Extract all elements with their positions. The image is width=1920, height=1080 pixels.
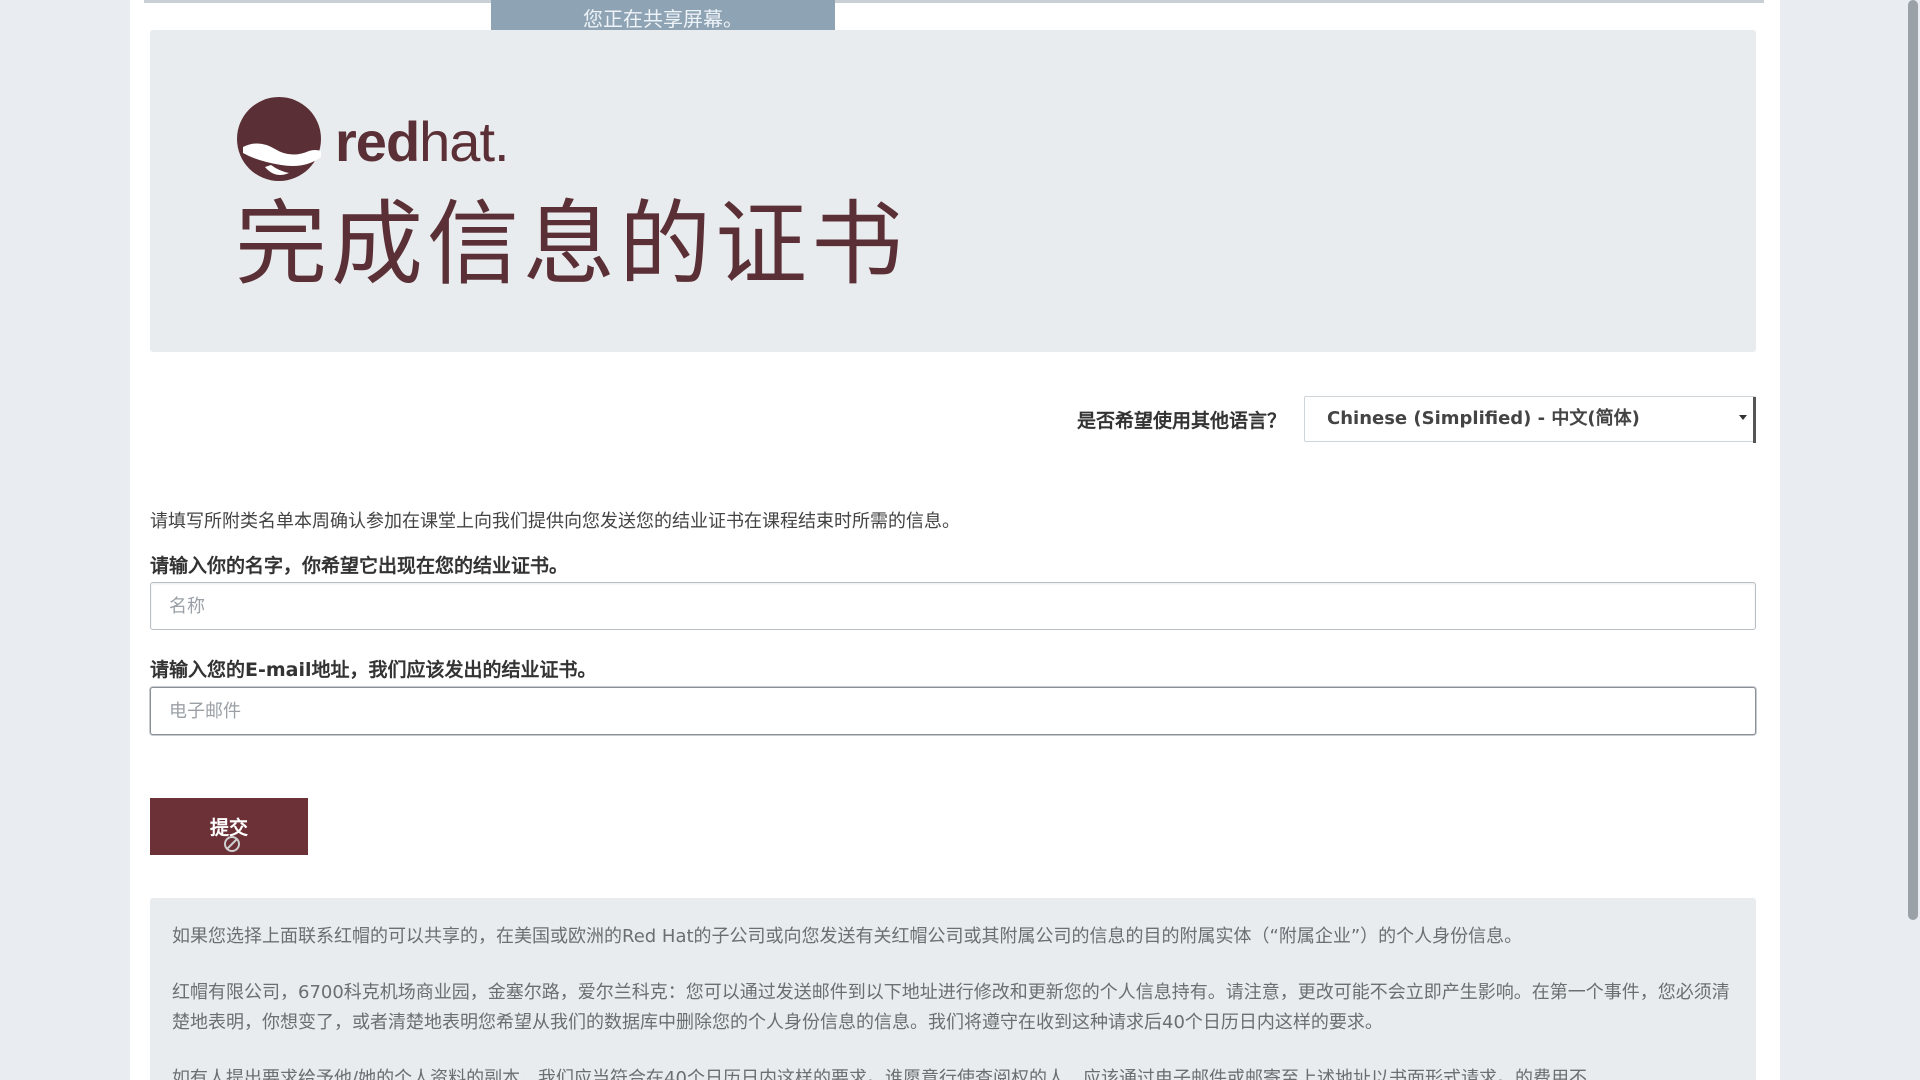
language-select[interactable]: Chinese (Simplified) - 中文(简体) [1304, 396, 1756, 443]
language-selected-value: Chinese (Simplified) - 中文(简体) [1327, 408, 1640, 429]
language-label: 是否希望使用其他语言？ [1076, 410, 1286, 432]
top-border [144, 0, 1764, 3]
select-scroll-edge [1753, 397, 1756, 443]
scrollbar-thumb[interactable] [1908, 0, 1918, 920]
name-field-label: 请输入你的名字，你希望它出现在您的结业证书。 [150, 555, 569, 577]
privacy-paragraph-3: 如有人提出要求给予他/她的个人资料的副本，我们应当符合在40个日历日内这样的要求… [172, 1068, 1587, 1080]
redhat-hat-icon [237, 97, 321, 181]
privacy-paragraph-1: 如果您选择上面联系红帽的可以共享的，在美国或欧洲的Red Hat的子公司或向您发… [172, 926, 1523, 947]
privacy-paragraph-2: 红帽有限公司，6700科克机场商业园，金塞尔路，爱尔兰科克：您可以通过发送邮件到… [172, 982, 1730, 1033]
name-input[interactable] [150, 582, 1756, 630]
page-container: 您正在共享屏幕。 redhat. 完成信息的证书 是否希望使用其他语言？ Chi… [130, 0, 1780, 1080]
form-intro-text: 请填写所附类名单本周确认参加在课堂上向我们提供向您发送您的结业证书在课程结束时所… [150, 511, 960, 532]
email-input[interactable] [150, 687, 1756, 735]
hero-banner: redhat. 完成信息的证书 [150, 30, 1756, 352]
email-field-label: 请输入您的E-mail地址，我们应该发出的结业证书。 [150, 659, 597, 681]
page-title: 完成信息的证书 [235, 191, 908, 298]
privacy-notice: 如果您选择上面联系红帽的可以共享的，在美国或欧洲的Red Hat的子公司或向您发… [150, 898, 1756, 1080]
redhat-wordmark: redhat. [335, 110, 510, 173]
not-allowed-cursor-icon [224, 836, 240, 852]
language-row: 是否希望使用其他语言？ Chinese (Simplified) - 中文(简体… [150, 396, 1756, 443]
chevron-down-icon [1739, 415, 1747, 420]
